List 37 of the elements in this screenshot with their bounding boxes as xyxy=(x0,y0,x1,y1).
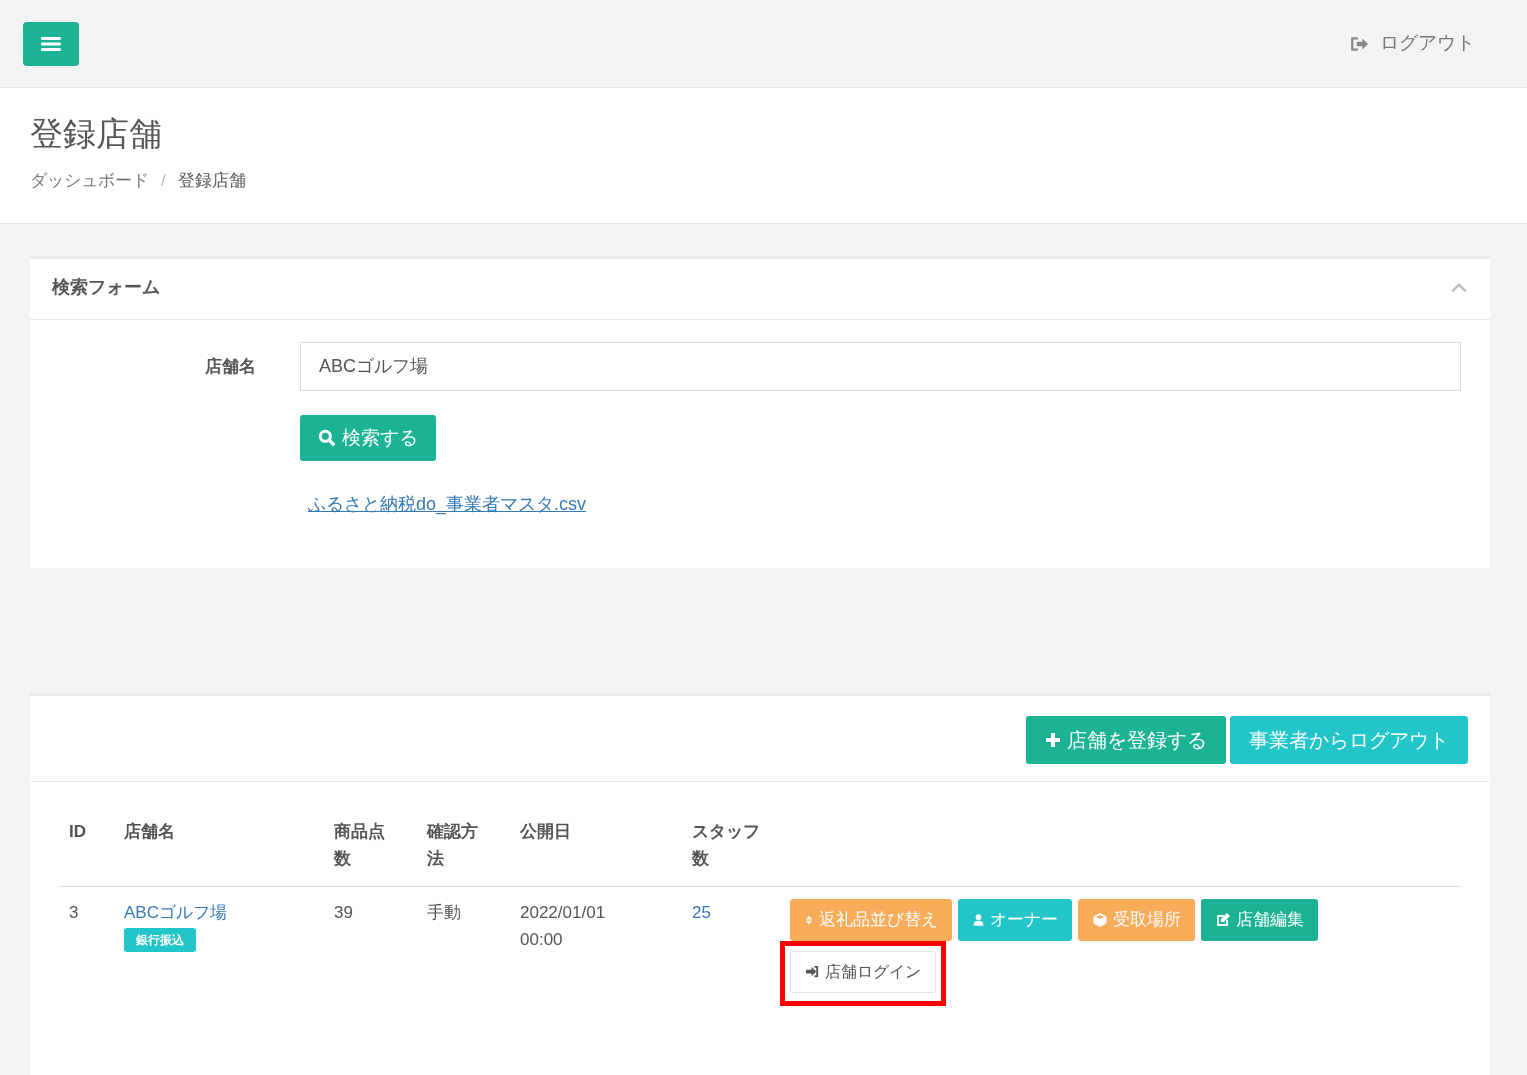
action-button[interactable]: 店舗ログイン xyxy=(790,950,936,993)
column-header: 店舗名 xyxy=(124,822,175,842)
column-header: スタッフ数 xyxy=(692,821,761,871)
table-cell-text: 2022/01/01 00:00 xyxy=(520,902,607,952)
breadcrumb-link[interactable]: ダッシュボード xyxy=(30,167,149,194)
csv-download-link[interactable]: ふるさと納税do_事業者マスタ.csv xyxy=(308,494,587,515)
table-cell: 39 xyxy=(334,903,353,923)
store-name-field[interactable]: ABCゴルフ場 xyxy=(300,341,1461,391)
table-cell: 3 xyxy=(69,903,79,923)
panel-title: 検索フォーム xyxy=(52,277,160,299)
sign-in-icon xyxy=(805,964,820,980)
search-icon xyxy=(318,428,336,447)
table-cell: 手動 xyxy=(427,903,461,923)
column-header: 商品点数 xyxy=(334,821,386,871)
plus-icon xyxy=(1045,732,1061,749)
column-header: ID xyxy=(69,822,86,842)
edit-icon xyxy=(1215,911,1231,928)
column-header: 公開日 xyxy=(520,822,571,842)
sign-out-icon xyxy=(1350,34,1368,53)
action-button[interactable]: オーナー xyxy=(958,899,1072,941)
user-icon xyxy=(972,911,985,928)
store-name-link[interactable]: ABCゴルフ場 xyxy=(124,903,227,923)
field-label: 店舗名 xyxy=(204,355,257,378)
menu-icon xyxy=(41,35,61,52)
menu-button[interactable] xyxy=(23,21,79,66)
action-button[interactable]: 店舗編集 xyxy=(1201,899,1318,941)
payment-tag: 銀行振込 xyxy=(124,928,196,953)
cube-icon xyxy=(1092,911,1108,928)
breadcrumb-separator: / xyxy=(161,169,166,192)
logout-link[interactable]: ログアウト xyxy=(1350,29,1475,58)
page-title: 登録店舗 xyxy=(30,114,163,154)
logout-button[interactable]: 事業者からログアウト xyxy=(1230,716,1468,765)
search-button[interactable]: 検索する xyxy=(300,414,436,462)
staff-count-link[interactable]: 25 xyxy=(692,903,711,923)
add-store-button[interactable]: 店舗を登録する xyxy=(1026,716,1226,765)
breadcrumb-current: 登録店舗 xyxy=(177,169,246,192)
column-header: 確認方法 xyxy=(427,821,479,871)
